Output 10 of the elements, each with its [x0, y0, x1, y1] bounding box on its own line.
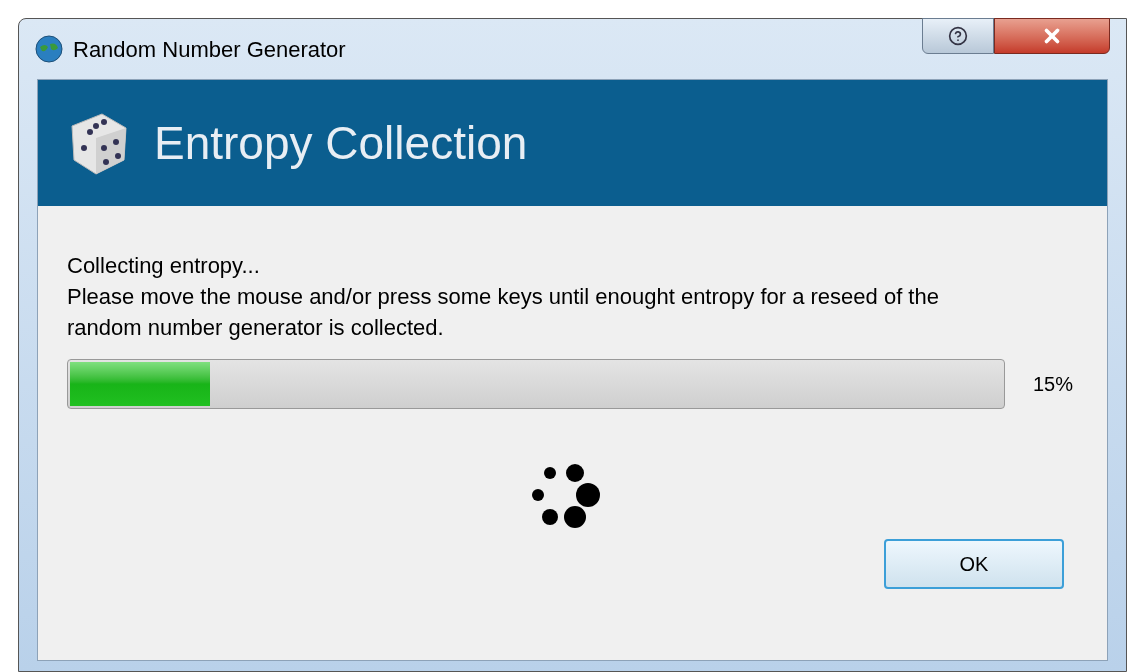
globe-icon — [35, 35, 63, 63]
help-icon — [948, 26, 968, 46]
window-title: Random Number Generator — [73, 35, 346, 64]
progress-reading: 15% — [1033, 372, 1074, 397]
close-button[interactable] — [994, 18, 1110, 54]
help-button[interactable] — [922, 18, 994, 54]
instructions-text: Please move the mouse and/or press some keys until enought entropy for a reseed of the random number generator is collected. — [67, 283, 940, 342]
ok-button[interactable]: OK — [884, 539, 1064, 589]
status-text: Collecting entropy... — [67, 252, 261, 280]
header-title: Entropy Collection — [154, 115, 528, 171]
